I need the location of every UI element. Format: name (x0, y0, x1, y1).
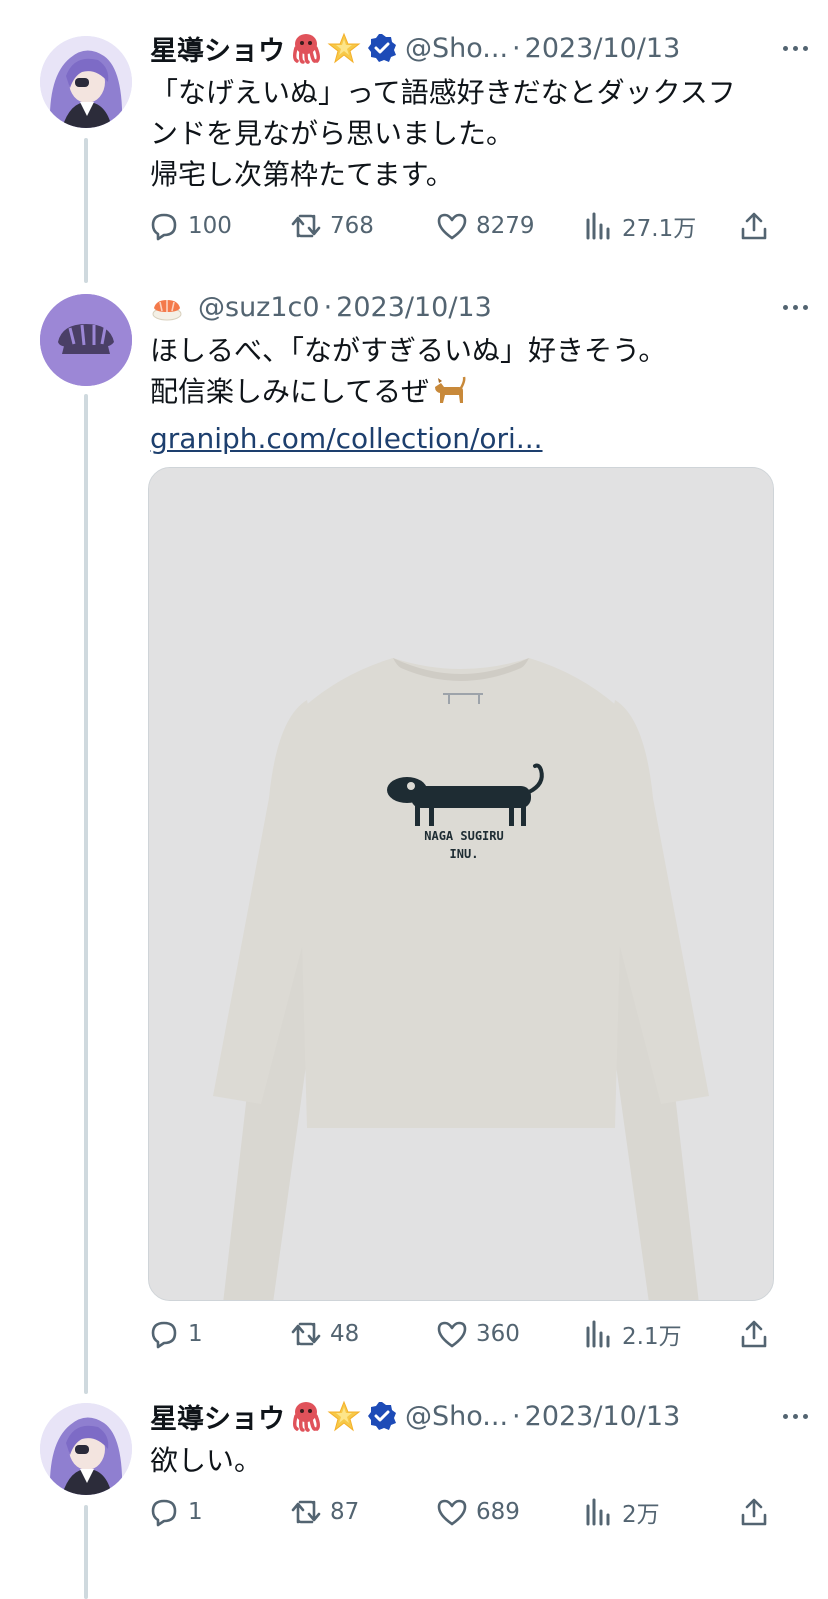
author-name[interactable]: 星導ショウ (150, 1397, 285, 1436)
tweet-text-line: 欲しい。 (150, 1444, 263, 1477)
view-count: 27.1万 (622, 216, 697, 242)
separator-dot: · (512, 1400, 521, 1432)
tweet-text-line: 帰宅し次第枠たてます。 (150, 158, 454, 191)
views-button[interactable]: 2万 (582, 1495, 738, 1529)
separator-dot: · (512, 32, 521, 64)
reply-button[interactable]: 1 (148, 1496, 290, 1528)
author-handle[interactable]: @Sho... (405, 33, 508, 64)
dog-icon (431, 373, 467, 418)
reply-button[interactable]: 100 (148, 210, 290, 242)
retweet-icon (291, 1500, 321, 1524)
views-button[interactable]: 2.1万 (582, 1317, 738, 1351)
like-count: 8279 (476, 213, 535, 239)
long-sleeve-shirt-image: NAGA SUGIRU INU. (149, 468, 773, 1300)
retweet-icon (291, 214, 321, 238)
share-button[interactable] (738, 1496, 770, 1528)
author-name[interactable]: 星導ショウ (150, 29, 285, 68)
tweet-text: 「なげえいぬ」って語感好きだなとダックスフ ンドを見ながら思いました。 帰宅し次… (150, 72, 788, 195)
view-count: 2.1万 (622, 1324, 682, 1350)
shirt-print-line-2: INU. (450, 847, 479, 861)
retweet-count: 87 (330, 1499, 360, 1525)
tweet-text: 欲しい。 (150, 1440, 788, 1481)
views-chart-icon (586, 212, 610, 240)
share-icon (741, 212, 767, 240)
like-button[interactable]: 8279 (436, 210, 582, 242)
more-options-icon[interactable] (783, 28, 808, 68)
reply-count: 1 (188, 1321, 203, 1347)
tweet-date[interactable]: 2023/10/13 (336, 292, 492, 323)
retweet-button[interactable]: 48 (290, 1318, 436, 1350)
retweet-button[interactable]: 87 (290, 1496, 436, 1528)
reply-icon (151, 213, 177, 241)
share-icon (741, 1498, 767, 1526)
tweet-text-line: ほしるべ、「ながすぎるいぬ」好きそう。 (150, 334, 667, 367)
reply-icon (151, 1321, 177, 1349)
view-count: 2万 (622, 1502, 660, 1528)
views-chart-icon (586, 1498, 610, 1526)
tweet-header: @suz1c0 · 2023/10/13 (150, 287, 808, 327)
like-count: 689 (476, 1499, 520, 1525)
verified-badge-icon[interactable] (367, 33, 397, 63)
media-image[interactable]: NAGA SUGIRU INU. (148, 467, 774, 1301)
share-icon (741, 1320, 767, 1348)
avatar[interactable] (40, 294, 132, 386)
external-link[interactable]: graniph.com/collection/ori... (150, 422, 543, 455)
tweet-header: 星導ショウ @Sho... · 2023/10/13 (150, 1396, 808, 1436)
tweet-date[interactable]: 2023/10/13 (525, 33, 681, 64)
octopus-icon (289, 1399, 323, 1433)
like-button[interactable]: 689 (436, 1496, 582, 1528)
reply-button[interactable]: 1 (148, 1318, 290, 1350)
author-handle[interactable]: @Sho... (405, 1401, 508, 1432)
views-button[interactable]: 27.1万 (582, 209, 738, 243)
thread-line (84, 1505, 88, 1599)
reply-icon (151, 1499, 177, 1527)
tweet-text: ほしるべ、「ながすぎるいぬ」好きそう。 配信楽しみにしてるぜ graniph.c… (150, 330, 788, 459)
avatar[interactable] (40, 36, 132, 128)
thread-line (84, 138, 88, 283)
avatar[interactable] (40, 1403, 132, 1495)
tweet-date[interactable]: 2023/10/13 (525, 1401, 681, 1432)
heart-icon (437, 213, 467, 240)
sushi-icon (150, 290, 184, 324)
retweet-count: 48 (330, 1321, 360, 1347)
share-button[interactable] (738, 1318, 770, 1350)
tweet-text-fragment: 配信楽しみにしてるぜ (150, 375, 430, 408)
more-options-icon[interactable] (783, 287, 808, 327)
share-button[interactable] (738, 210, 770, 242)
glowing-star-icon (327, 31, 361, 65)
octopus-icon (289, 31, 323, 65)
reply-count: 100 (188, 213, 232, 239)
like-button[interactable]: 360 (436, 1318, 582, 1350)
heart-icon (437, 1499, 467, 1526)
tweet-actions: 100 768 8279 27.1万 (148, 206, 778, 246)
more-options-icon[interactable] (783, 1396, 808, 1436)
sushi-logo-icon (40, 294, 132, 386)
reply-count: 1 (188, 1499, 203, 1525)
tweet-text-line: ンドを見ながら思いました。 (150, 117, 515, 150)
tweet-text-line-with-emoji: 配信楽しみにしてるぜ (150, 371, 788, 418)
author-handle[interactable]: @suz1c0 (198, 292, 320, 323)
verified-badge-icon[interactable] (367, 1401, 397, 1431)
like-count: 360 (476, 1321, 520, 1347)
retweet-count: 768 (330, 213, 374, 239)
retweet-button[interactable]: 768 (290, 210, 436, 242)
thread-line (84, 394, 88, 1394)
tweet-text-line: 「なげえいぬ」って語感好きだなとダックスフ (150, 76, 736, 109)
views-chart-icon (586, 1320, 610, 1348)
glowing-star-icon (327, 1399, 361, 1433)
tweet-header: 星導ショウ @Sho... · 2023/10/13 (150, 28, 808, 68)
shirt-print-line-1: NAGA SUGIRU (424, 829, 503, 843)
retweet-icon (291, 1322, 321, 1346)
tweet-actions: 1 48 360 2.1万 (148, 1314, 778, 1354)
tweet-actions: 1 87 689 2万 (148, 1492, 778, 1532)
separator-dot: · (323, 291, 333, 323)
heart-icon (437, 1321, 467, 1348)
